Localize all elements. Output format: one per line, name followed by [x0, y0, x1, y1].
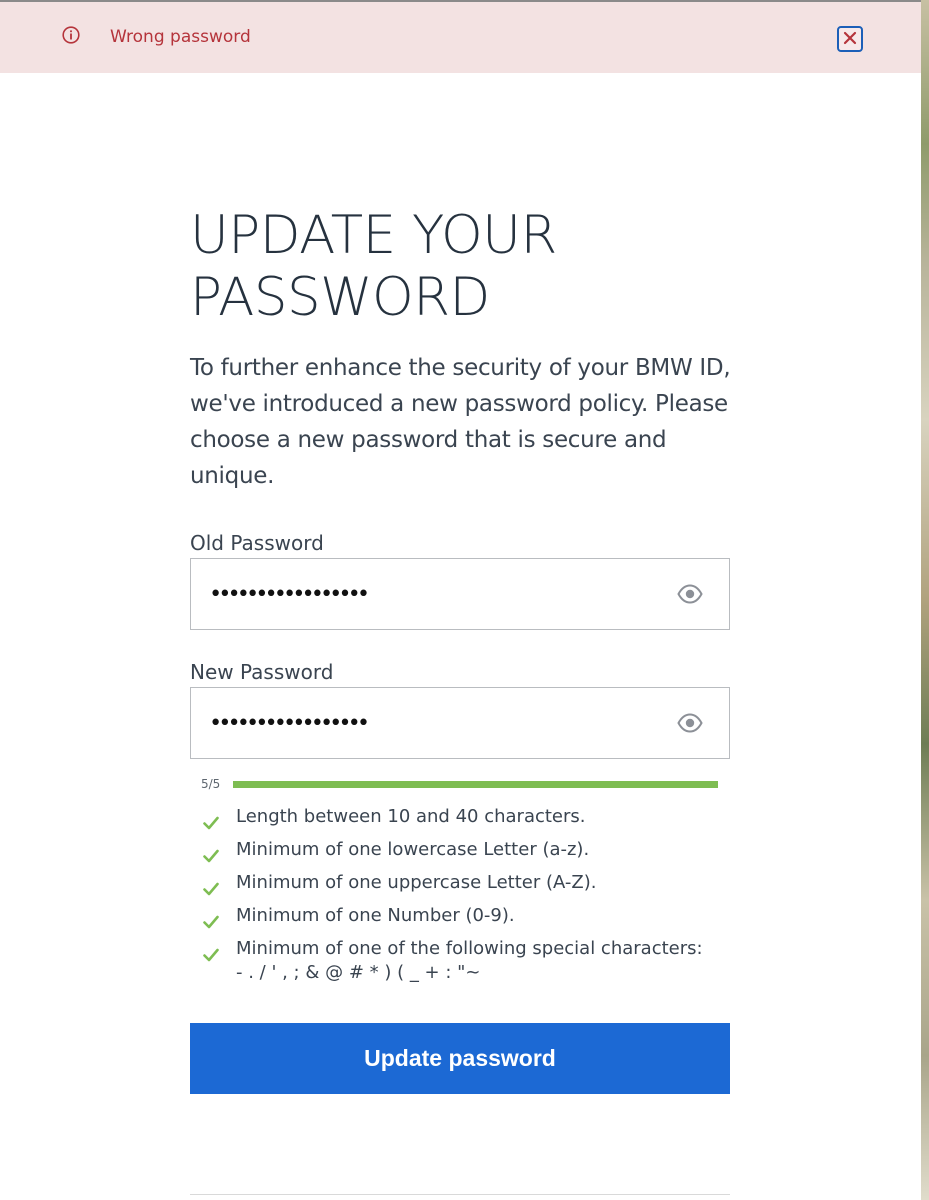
bottom-divider: [190, 1194, 730, 1195]
password-rule-subtext: - . / ' , ; & @ # * ) ( _ + : "~: [236, 962, 481, 983]
password-rule: Minimum of one of the following special …: [203, 932, 723, 987]
alert-message: Wrong password: [110, 27, 251, 47]
update-password-button[interactable]: Update password: [190, 1023, 730, 1094]
password-rule: Minimum of one uppercase Letter (A-Z).: [203, 866, 723, 899]
checkmark-icon: [203, 874, 219, 896]
checkmark-icon: [203, 808, 219, 830]
password-rule-text: Length between 10 and 40 characters.: [236, 806, 586, 827]
password-strength-label: 5/5: [201, 777, 221, 791]
password-rule: Minimum of one Number (0-9).: [203, 899, 723, 932]
alert-close-button[interactable]: [837, 26, 863, 52]
checkmark-icon: [203, 940, 219, 962]
page-title-line-1: UPDATE YOUR: [190, 205, 557, 266]
eye-icon[interactable]: [677, 712, 703, 734]
info-circle-icon: [62, 26, 80, 44]
password-rule-text: Minimum of one lowercase Letter (a-z).: [236, 839, 590, 860]
old-password-field: [190, 558, 730, 630]
password-rule-text: Minimum of one of the following special …: [236, 938, 703, 959]
password-rule: Length between 10 and 40 characters.: [203, 800, 723, 833]
password-rules-list: Length between 10 and 40 characters. Mini…: [203, 800, 723, 987]
eye-icon[interactable]: [677, 583, 703, 605]
old-password-input[interactable]: [209, 559, 669, 629]
old-password-label: Old Password: [190, 531, 324, 555]
password-strength-bar: [233, 781, 718, 788]
new-password-field: [190, 687, 730, 759]
page-title-line-2: PASSWORD: [190, 267, 490, 328]
password-rule-text: Minimum of one Number (0-9).: [236, 905, 515, 926]
intro-text: To further enhance the security of your …: [190, 355, 731, 489]
checkmark-icon: [203, 841, 219, 863]
password-strength-fill: [233, 781, 718, 788]
new-password-label: New Password: [190, 660, 334, 684]
error-alert: Wrong password: [0, 2, 921, 73]
page-title: UPDATE YOUR PASSWORD: [190, 205, 750, 329]
close-icon: [843, 30, 857, 49]
password-update-panel: Wrong password UPDATE YOUR PASSWORD To f…: [0, 0, 921, 1200]
password-rule-text: Minimum of one uppercase Letter (A-Z).: [236, 872, 597, 893]
new-password-input[interactable]: [209, 688, 669, 758]
checkmark-icon: [203, 907, 219, 929]
password-rule: Minimum of one lowercase Letter (a-z).: [203, 833, 723, 866]
